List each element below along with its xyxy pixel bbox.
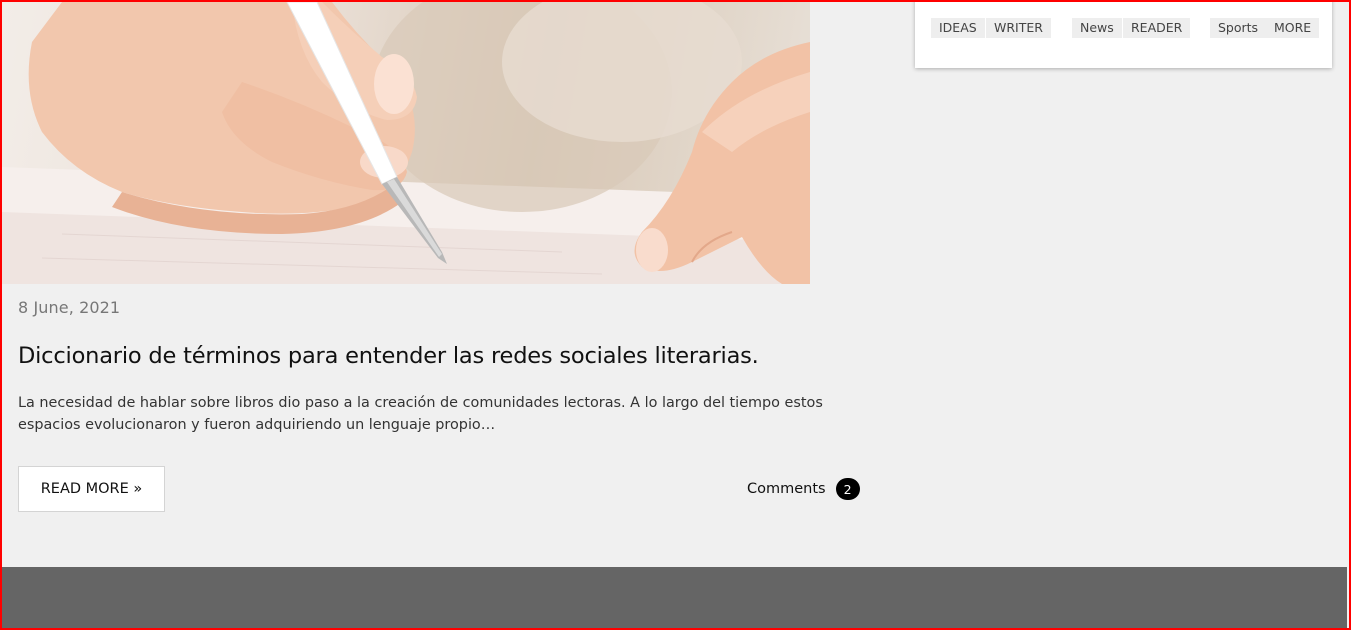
tag-cloud-widget: IDEAS WRITER News READER Sports MORE xyxy=(915,2,1332,68)
post-featured-image[interactable] xyxy=(2,2,810,284)
page-frame: 8 June, 2021 Diccionario de términos par… xyxy=(0,0,1351,630)
tag-ideas[interactable]: IDEAS xyxy=(931,18,985,38)
tag-writer[interactable]: WRITER xyxy=(986,18,1051,38)
post-date: 8 June, 2021 xyxy=(18,298,121,317)
post-title[interactable]: Diccionario de términos para entender la… xyxy=(18,343,898,369)
tag-news[interactable]: News xyxy=(1072,18,1122,38)
comments-link[interactable]: Comments 2 xyxy=(747,478,860,500)
tag-more[interactable]: MORE xyxy=(1266,18,1320,38)
footer xyxy=(2,567,1347,628)
comments-count-badge: 2 xyxy=(835,478,860,500)
hand-writing-photo xyxy=(2,2,810,284)
post-excerpt: La necesidad de hablar sobre libros dio … xyxy=(18,395,823,433)
comments-label: Comments xyxy=(747,481,826,497)
read-more-button[interactable]: READ MORE » xyxy=(18,466,165,512)
tag-sports[interactable]: Sports xyxy=(1210,18,1267,38)
tag-reader[interactable]: READER xyxy=(1123,18,1191,38)
